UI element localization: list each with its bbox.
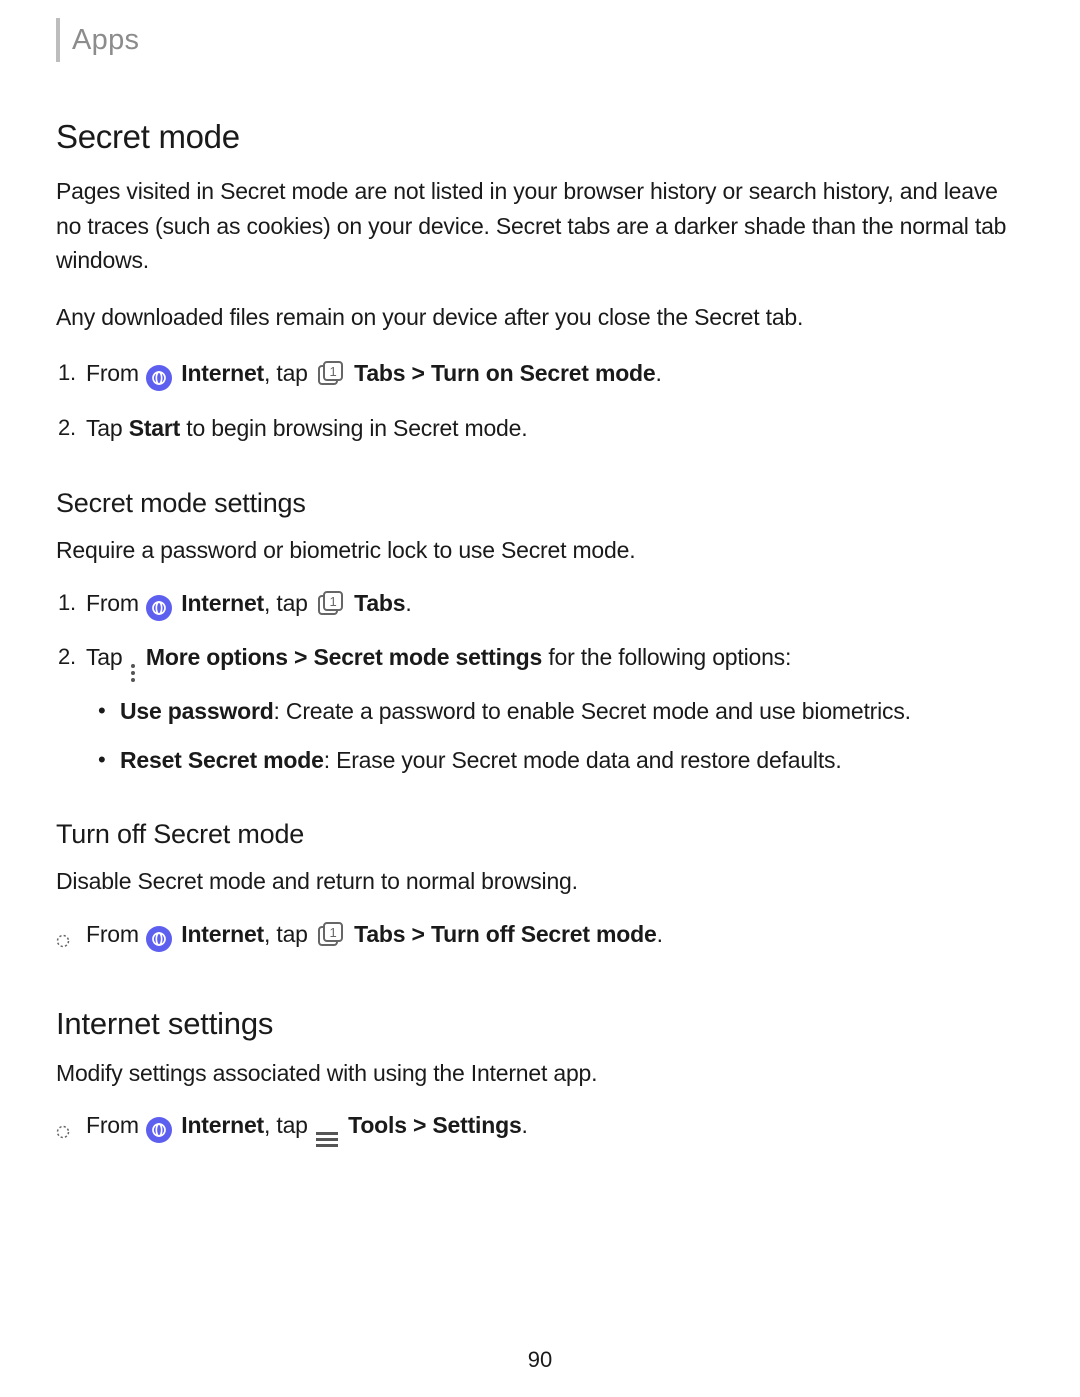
- text: Tap: [86, 644, 129, 670]
- option-reset-secret-mode: Reset Secret mode: Erase your Secret mod…: [120, 743, 1024, 778]
- svg-text:1: 1: [329, 594, 336, 609]
- period: .: [522, 1112, 528, 1138]
- tools-icon: [316, 1132, 338, 1147]
- heading-turn-off-secret-mode: Turn off Secret mode: [56, 819, 1024, 850]
- heading-secret-mode: Secret mode: [56, 118, 1024, 156]
- period: .: [656, 360, 662, 386]
- internet-icon: [146, 365, 172, 391]
- option-label: Reset Secret mode: [120, 747, 324, 773]
- secret-mode-desc-2: Any downloaded files remain on your devi…: [56, 300, 1024, 335]
- step-2: Tap Start to begin browsing in Secret mo…: [86, 411, 1024, 447]
- page-number: 90: [0, 1347, 1080, 1373]
- text: Tap: [86, 415, 129, 441]
- internet-settings-step: From Internet, tap Tools > Settings.: [56, 1108, 1024, 1147]
- tabs-turn-on: Tabs > Turn on Secret mode: [354, 360, 655, 386]
- header-bar: [56, 18, 60, 62]
- text: , tap: [264, 1112, 314, 1138]
- period: .: [405, 590, 411, 616]
- page-header: Apps: [56, 18, 1024, 62]
- text: , tap: [264, 360, 314, 386]
- option-label: Use password: [120, 698, 274, 724]
- step-2: Tap More options > Secret mode settings …: [86, 640, 1024, 777]
- option-text: : Create a password to enable Secret mod…: [274, 698, 911, 724]
- settings-options: Use password: Create a password to enabl…: [86, 694, 1024, 777]
- internet-label: Internet: [181, 590, 264, 616]
- internet-icon: [146, 1117, 172, 1143]
- text: , tap: [264, 921, 314, 947]
- heading-internet-settings: Internet settings: [56, 1006, 1024, 1042]
- tabs-icon: 1: [317, 590, 345, 627]
- secret-mode-desc-1: Pages visited in Secret mode are not lis…: [56, 174, 1024, 278]
- svg-text:1: 1: [329, 364, 336, 379]
- text: From: [86, 921, 145, 947]
- option-text: : Erase your Secret mode data and restor…: [324, 747, 842, 773]
- internet-settings-desc: Modify settings associated with using th…: [56, 1056, 1024, 1091]
- breadcrumb: Apps: [72, 24, 139, 57]
- text: , tap: [264, 590, 314, 616]
- internet-label: Internet: [181, 921, 264, 947]
- text: From: [86, 360, 145, 386]
- internet-icon: [146, 595, 172, 621]
- internet-label: Internet: [181, 1112, 264, 1138]
- text: to begin browsing in Secret mode.: [180, 415, 527, 441]
- step-1: From Internet, tap 1 Tabs.: [86, 586, 1024, 627]
- period: .: [657, 921, 663, 947]
- more-options-label: More options > Secret mode settings: [146, 644, 542, 670]
- tools-settings-label: Tools > Settings: [348, 1112, 521, 1138]
- list-item: From Internet, tap 1 Tabs > Turn off Sec…: [86, 917, 1024, 958]
- step-1: From Internet, tap 1 Tabs > Turn on Secr…: [86, 356, 1024, 397]
- text: From: [86, 590, 145, 616]
- text: for the following options:: [542, 644, 791, 670]
- list-item: From Internet, tap Tools > Settings.: [86, 1108, 1024, 1147]
- svg-text:1: 1: [329, 925, 336, 940]
- turnoff-step: From Internet, tap 1 Tabs > Turn off Sec…: [56, 917, 1024, 958]
- secret-mode-steps: From Internet, tap 1 Tabs > Turn on Secr…: [56, 356, 1024, 446]
- text: From: [86, 1112, 145, 1138]
- internet-icon: [146, 926, 172, 952]
- circle-bullet-icon: [56, 1114, 70, 1150]
- settings-steps: From Internet, tap 1 Tabs. Tap More opti…: [56, 586, 1024, 778]
- internet-label: Internet: [181, 360, 264, 386]
- more-options-icon: [131, 664, 135, 682]
- circle-bullet-icon: [56, 923, 70, 959]
- start-label: Start: [129, 415, 180, 441]
- tabs-icon: 1: [317, 360, 345, 397]
- settings-desc: Require a password or biometric lock to …: [56, 533, 1024, 568]
- turnoff-desc: Disable Secret mode and return to normal…: [56, 864, 1024, 899]
- tabs-turn-off: Tabs > Turn off Secret mode: [354, 921, 656, 947]
- option-use-password: Use password: Create a password to enabl…: [120, 694, 1024, 729]
- tabs-label: Tabs: [354, 590, 405, 616]
- tabs-icon: 1: [317, 921, 345, 958]
- heading-secret-mode-settings: Secret mode settings: [56, 488, 1024, 519]
